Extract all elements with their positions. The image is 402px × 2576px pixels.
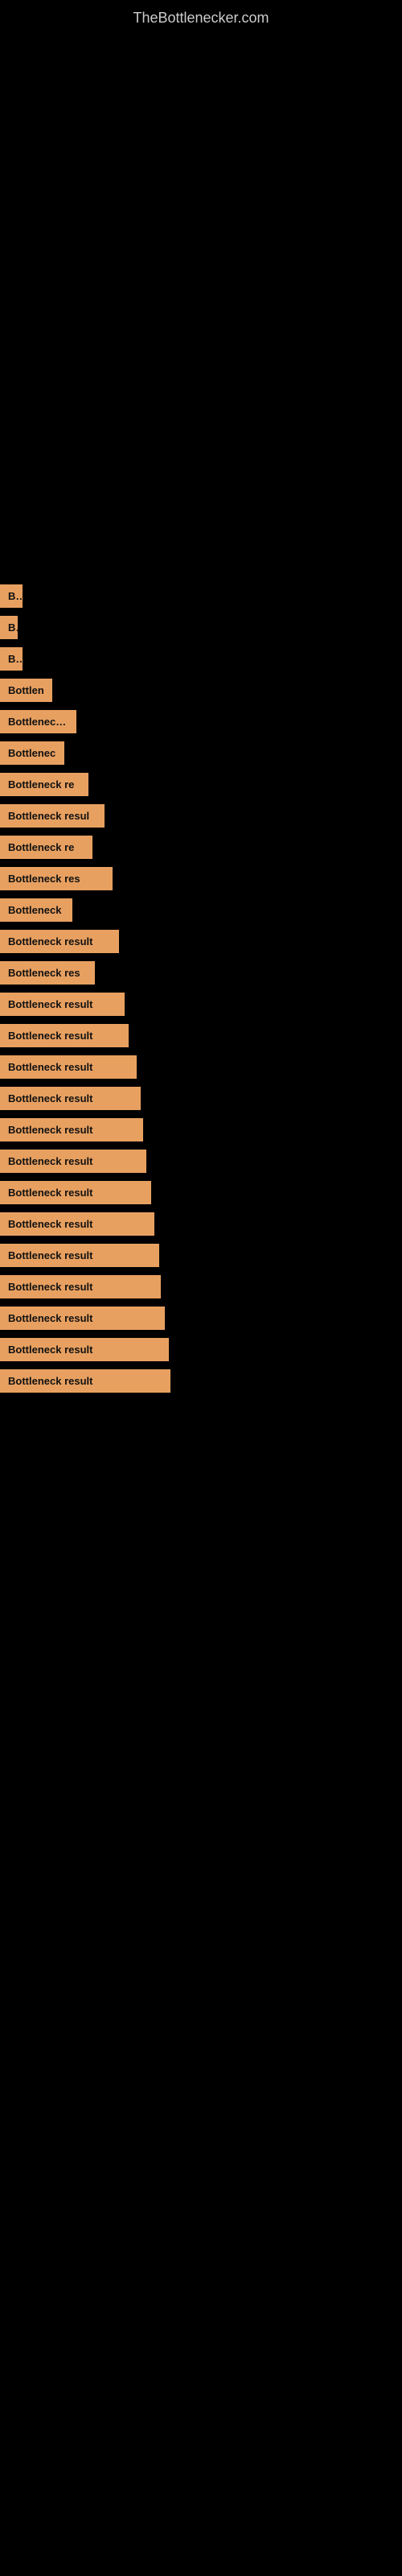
bar-row-18: Bottleneck result bbox=[0, 1114, 402, 1146]
result-bar-2[interactable]: B bbox=[0, 616, 18, 639]
bar-row-2: B bbox=[0, 612, 402, 643]
bar-row-26: Bottleneck result bbox=[0, 1365, 402, 1397]
bar-row-4: Bottlen bbox=[0, 675, 402, 706]
result-bar-4[interactable]: Bottlen bbox=[0, 679, 52, 702]
bar-row-8: Bottleneck resul bbox=[0, 800, 402, 832]
bar-row-12: Bottleneck result bbox=[0, 926, 402, 957]
bar-row-20: Bottleneck result bbox=[0, 1177, 402, 1208]
result-bar-18[interactable]: Bottleneck result bbox=[0, 1118, 143, 1141]
result-bar-13[interactable]: Bottleneck res bbox=[0, 961, 95, 985]
bar-row-14: Bottleneck result bbox=[0, 989, 402, 1020]
bar-row-24: Bottleneck result bbox=[0, 1302, 402, 1334]
result-bar-11[interactable]: Bottleneck bbox=[0, 898, 72, 922]
bar-row-1: B bbox=[0, 580, 402, 612]
site-header: TheBottlenecker.com bbox=[0, 0, 402, 33]
bar-row-16: Bottleneck result bbox=[0, 1051, 402, 1083]
bar-row-13: Bottleneck res bbox=[0, 957, 402, 989]
result-bar-8[interactable]: Bottleneck resul bbox=[0, 804, 105, 828]
result-bar-22[interactable]: Bottleneck result bbox=[0, 1244, 159, 1267]
result-bar-23[interactable]: Bottleneck result bbox=[0, 1275, 161, 1298]
result-bar-12[interactable]: Bottleneck result bbox=[0, 930, 119, 953]
result-bar-6[interactable]: Bottlenec bbox=[0, 741, 64, 765]
result-bar-19[interactable]: Bottleneck result bbox=[0, 1150, 146, 1173]
result-bar-17[interactable]: Bottleneck result bbox=[0, 1087, 141, 1110]
result-bar-5[interactable]: Bottleneck r bbox=[0, 710, 76, 733]
bar-row-19: Bottleneck result bbox=[0, 1146, 402, 1177]
result-bar-26[interactable]: Bottleneck result bbox=[0, 1369, 170, 1393]
page-content: TheBottlenecker.com BB Bo Bottlen Bottlenec… bbox=[0, 0, 402, 1397]
result-bar-16[interactable]: Bottleneck result bbox=[0, 1055, 137, 1079]
bar-row-21: Bottleneck result bbox=[0, 1208, 402, 1240]
result-bar-10[interactable]: Bottleneck res bbox=[0, 867, 113, 890]
bar-row-17: Bottleneck result bbox=[0, 1083, 402, 1114]
bar-row-11: Bottleneck bbox=[0, 894, 402, 926]
bar-row-3: Bo bbox=[0, 643, 402, 675]
result-bar-25[interactable]: Bottleneck result bbox=[0, 1338, 169, 1361]
bar-row-6: Bottlenec bbox=[0, 737, 402, 769]
result-bar-21[interactable]: Bottleneck result bbox=[0, 1212, 154, 1236]
chart-area bbox=[0, 33, 402, 580]
result-bar-9[interactable]: Bottleneck re bbox=[0, 836, 92, 859]
bar-row-7: Bottleneck re bbox=[0, 769, 402, 800]
result-bar-7[interactable]: Bottleneck re bbox=[0, 773, 88, 796]
result-bar-24[interactable]: Bottleneck result bbox=[0, 1307, 165, 1330]
bar-row-9: Bottleneck re bbox=[0, 832, 402, 863]
bar-row-25: Bottleneck result bbox=[0, 1334, 402, 1365]
bar-row-15: Bottleneck result bbox=[0, 1020, 402, 1051]
result-bar-15[interactable]: Bottleneck result bbox=[0, 1024, 129, 1047]
bars-container: BB Bo Bottlen Bottleneck r Bottlenec Bottlene… bbox=[0, 580, 402, 1397]
result-bar-20[interactable]: Bottleneck result bbox=[0, 1181, 151, 1204]
bar-row-5: Bottleneck r bbox=[0, 706, 402, 737]
result-bar-14[interactable]: Bottleneck result bbox=[0, 993, 125, 1016]
site-title: TheBottlenecker.com bbox=[0, 0, 402, 33]
bar-row-23: Bottleneck result bbox=[0, 1271, 402, 1302]
bar-row-22: Bottleneck result bbox=[0, 1240, 402, 1271]
bar-row-10: Bottleneck res bbox=[0, 863, 402, 894]
result-bar-1[interactable]: B bbox=[0, 584, 23, 608]
result-bar-3[interactable]: Bo bbox=[0, 647, 23, 671]
